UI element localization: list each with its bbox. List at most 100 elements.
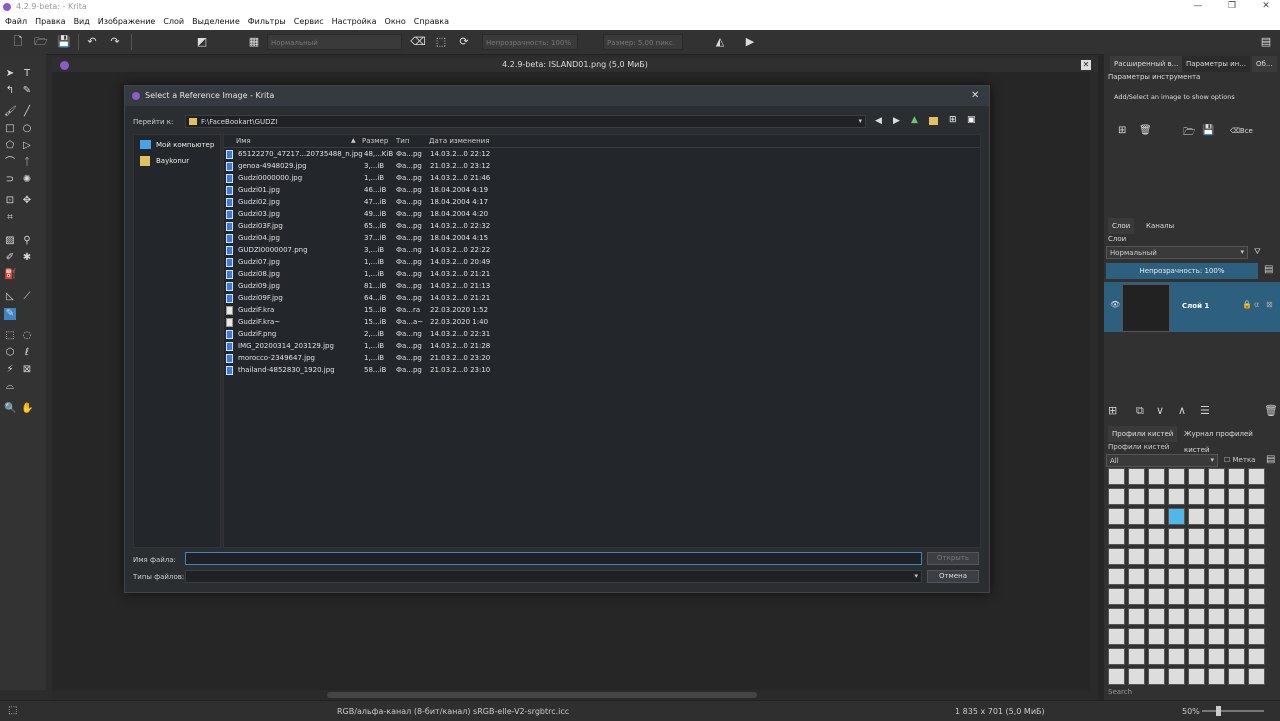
brush-preset[interactable] — [1168, 468, 1185, 485]
freehand-path-icon[interactable]: ᛏ — [21, 157, 33, 169]
parent-folder-icon[interactable]: ▲ — [911, 115, 918, 125]
brush-preset[interactable] — [1148, 648, 1165, 665]
brush-preset[interactable] — [1228, 628, 1245, 645]
brush-preset[interactable] — [1148, 528, 1165, 545]
brush-preset[interactable] — [1248, 468, 1265, 485]
crop-tool-icon[interactable]: ⌗ — [4, 212, 16, 224]
select-shapes-icon[interactable]: ➤ — [4, 68, 16, 80]
brush-preset[interactable] — [1248, 528, 1265, 545]
add-reference-icon[interactable]: ⊞ — [1118, 125, 1126, 136]
tab-layers[interactable]: Слои — [1108, 218, 1135, 234]
menu-edit[interactable]: Правка — [35, 17, 65, 26]
contiguous-selection-icon[interactable]: ⚡ — [4, 364, 16, 376]
filetypes-select[interactable]: ▾ — [185, 570, 922, 583]
brush-preset[interactable] — [1108, 588, 1125, 605]
brush-preset[interactable] — [1148, 668, 1165, 685]
brush-preset[interactable] — [1188, 508, 1205, 525]
pan-tool-icon[interactable]: ✋ — [21, 403, 33, 415]
bezier-selection-icon[interactable]: ⌓ — [4, 381, 16, 393]
brush-preset[interactable] — [1128, 528, 1145, 545]
brush-preset[interactable] — [1188, 668, 1205, 685]
brush-preset[interactable] — [1188, 528, 1205, 545]
brush-preset[interactable] — [1188, 568, 1205, 585]
brush-preset[interactable] — [1208, 608, 1225, 625]
brush-preset[interactable] — [1228, 608, 1245, 625]
brush-preset[interactable] — [1168, 648, 1185, 665]
layer-properties-menu-icon[interactable]: ☰ — [1200, 404, 1210, 417]
brush-preset[interactable] — [1148, 588, 1165, 605]
brush-preset[interactable] — [1108, 528, 1125, 545]
brush-presets-grid-icon[interactable]: ▦ — [246, 34, 262, 50]
column-header-name[interactable]: Имя — [236, 137, 251, 145]
back-icon[interactable]: ◀ — [875, 116, 882, 126]
brush-preset[interactable] — [1208, 628, 1225, 645]
brush-preset[interactable] — [1228, 588, 1245, 605]
brush-preset[interactable] — [1248, 668, 1265, 685]
brush-preset[interactable] — [1108, 548, 1125, 565]
file-list[interactable]: Имя ▲ Размер Тип Дата изменения 65122270… — [223, 134, 981, 548]
inherit-alpha-icon[interactable]: ⊠ — [1266, 300, 1273, 309]
delete-reference-icon[interactable]: 🗑 — [1139, 125, 1152, 136]
column-header-date[interactable]: Дата изменения — [429, 137, 489, 145]
brush-preset[interactable] — [1128, 488, 1145, 505]
brush-preset[interactable] — [1228, 668, 1245, 685]
reference-images-tool-icon[interactable]: ✎ — [4, 308, 16, 320]
file-row[interactable]: Gudzi03.jpg 49...iB Фа...pg 18.04.2004 4:20 — [224, 209, 524, 221]
duplicate-layer-icon[interactable]: ⧉ — [1136, 404, 1144, 418]
measure-tool-icon[interactable]: ⟋ — [21, 291, 33, 303]
brush-preset[interactable] — [1128, 548, 1145, 565]
eraser-icon[interactable]: ⌫ — [410, 34, 426, 50]
brush-preset[interactable] — [1108, 648, 1125, 665]
brush-preset[interactable] — [1188, 588, 1205, 605]
alpha-lock-icon[interactable]: ⬚ — [433, 34, 449, 50]
brush-preset[interactable] — [1148, 608, 1165, 625]
brush-preset[interactable] — [1148, 508, 1165, 525]
brush-preset[interactable] — [1228, 568, 1245, 585]
brush-preset[interactable] — [1148, 488, 1165, 505]
brush-preset[interactable] — [1148, 548, 1165, 565]
brush-preset[interactable] — [1148, 628, 1165, 645]
brush-search-input[interactable]: Search — [1108, 688, 1132, 696]
calligraphy-icon[interactable]: ✎ — [21, 85, 33, 97]
place-user[interactable]: Baykonur — [138, 155, 218, 167]
menu-layer[interactable]: Слой — [163, 17, 184, 26]
brush-preset[interactable] — [1128, 588, 1145, 605]
brush-preset[interactable] — [1168, 608, 1185, 625]
brush-preset[interactable] — [1188, 648, 1205, 665]
open-document-icon[interactable]: 🗁 — [33, 34, 49, 50]
brush-preset[interactable] — [1228, 508, 1245, 525]
forward-icon[interactable]: ▶ — [893, 116, 900, 126]
brush-preset[interactable] — [1108, 668, 1125, 685]
polyline-tool-icon[interactable]: ▷ — [21, 140, 33, 152]
file-row[interactable]: Gudzi04.jpg 37...iB Фа...pg 18.04.2004 4:15 — [224, 233, 524, 245]
brush-preset[interactable] — [1208, 668, 1225, 685]
zoom-slider[interactable] — [1202, 710, 1264, 712]
brush-preset[interactable] — [1128, 508, 1145, 525]
dynamic-brush-icon[interactable]: ⊃ — [4, 174, 16, 186]
color-swap-icon[interactable]: ◩ — [194, 34, 210, 50]
load-set-icon[interactable]: 🗁 — [1183, 125, 1195, 142]
delete-layer-icon[interactable]: 🗑 — [1264, 404, 1278, 417]
brush-preset[interactable] — [1208, 488, 1225, 505]
horizontal-scrollbar[interactable] — [52, 690, 1098, 700]
brush-preset[interactable] — [1248, 628, 1265, 645]
new-folder-icon[interactable] — [929, 117, 938, 125]
tab-channels[interactable]: Каналы — [1142, 218, 1178, 234]
tab-brush-presets[interactable]: Профили кистей — [1108, 426, 1178, 442]
file-row[interactable]: GudziF.kra~ 15...iB Фа...a~ 22.03.2020 1:40 — [224, 317, 524, 329]
cancel-button[interactable]: Отмена — [927, 570, 979, 583]
smart-patch-icon[interactable]: ✱ — [21, 252, 33, 264]
file-row[interactable]: Gudzi09F.jpg 64...iB Фа...pg 14.03.2...0 21… — [224, 293, 524, 305]
maximize-button[interactable]: ❐ — [1222, 1, 1242, 11]
undo-icon[interactable]: ↶ — [84, 34, 100, 50]
save-icon[interactable]: 💾 — [56, 34, 72, 50]
brush-preset[interactable] — [1108, 608, 1125, 625]
list-view-icon[interactable]: ⊞ — [949, 115, 957, 125]
polygon-tool-icon[interactable]: ⬠ — [4, 140, 16, 152]
column-header-type[interactable]: Тип — [396, 137, 409, 145]
path-combobox[interactable]: F:\FaceBookart\GUDZI ▾ — [185, 115, 866, 128]
layer-properties-icon[interactable]: ▤ — [1264, 264, 1273, 275]
detail-view-icon[interactable]: ▣ — [967, 115, 976, 125]
brush-preset[interactable] — [1228, 528, 1245, 545]
lock-icon[interactable]: 🔒 — [1242, 300, 1252, 309]
